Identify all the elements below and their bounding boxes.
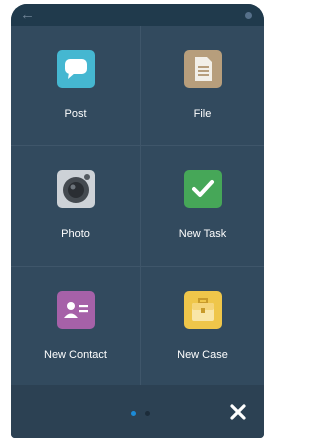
action-file[interactable]: File — [141, 26, 264, 146]
document-icon — [183, 50, 222, 88]
action-new-case[interactable]: New Case — [141, 267, 264, 385]
action-new-contact[interactable]: New Contact — [11, 267, 141, 385]
checkmark-icon — [183, 170, 222, 208]
top-bar: ← — [11, 4, 264, 26]
status-dot — [245, 12, 252, 19]
action-label: Post — [64, 108, 87, 120]
contact-card-icon — [56, 291, 95, 329]
close-button[interactable] — [226, 400, 250, 424]
action-label: New Case — [177, 349, 228, 361]
page-indicator-active[interactable] — [131, 411, 136, 416]
action-label: File — [193, 108, 212, 120]
action-grid: Post File Photo New Task New Contact New… — [11, 26, 264, 385]
action-label: Photo — [61, 228, 90, 240]
action-label: New Contact — [44, 349, 107, 361]
action-label: New Task — [178, 228, 227, 240]
briefcase-icon — [183, 291, 222, 329]
action-photo[interactable]: Photo — [11, 146, 141, 267]
camera-icon — [56, 170, 95, 208]
back-arrow-icon[interactable]: ← — [20, 7, 35, 22]
phone-frame: ← Post File Photo New Task New Contact N… — [11, 4, 264, 438]
page-indicator-inactive[interactable] — [145, 411, 150, 416]
action-sheet: Post File Photo New Task New Contact New… — [11, 26, 264, 385]
action-new-task[interactable]: New Task — [141, 146, 264, 267]
action-footer — [11, 385, 264, 438]
close-icon — [230, 404, 246, 420]
action-post[interactable]: Post — [11, 26, 141, 146]
speech-bubble-icon — [56, 50, 95, 88]
